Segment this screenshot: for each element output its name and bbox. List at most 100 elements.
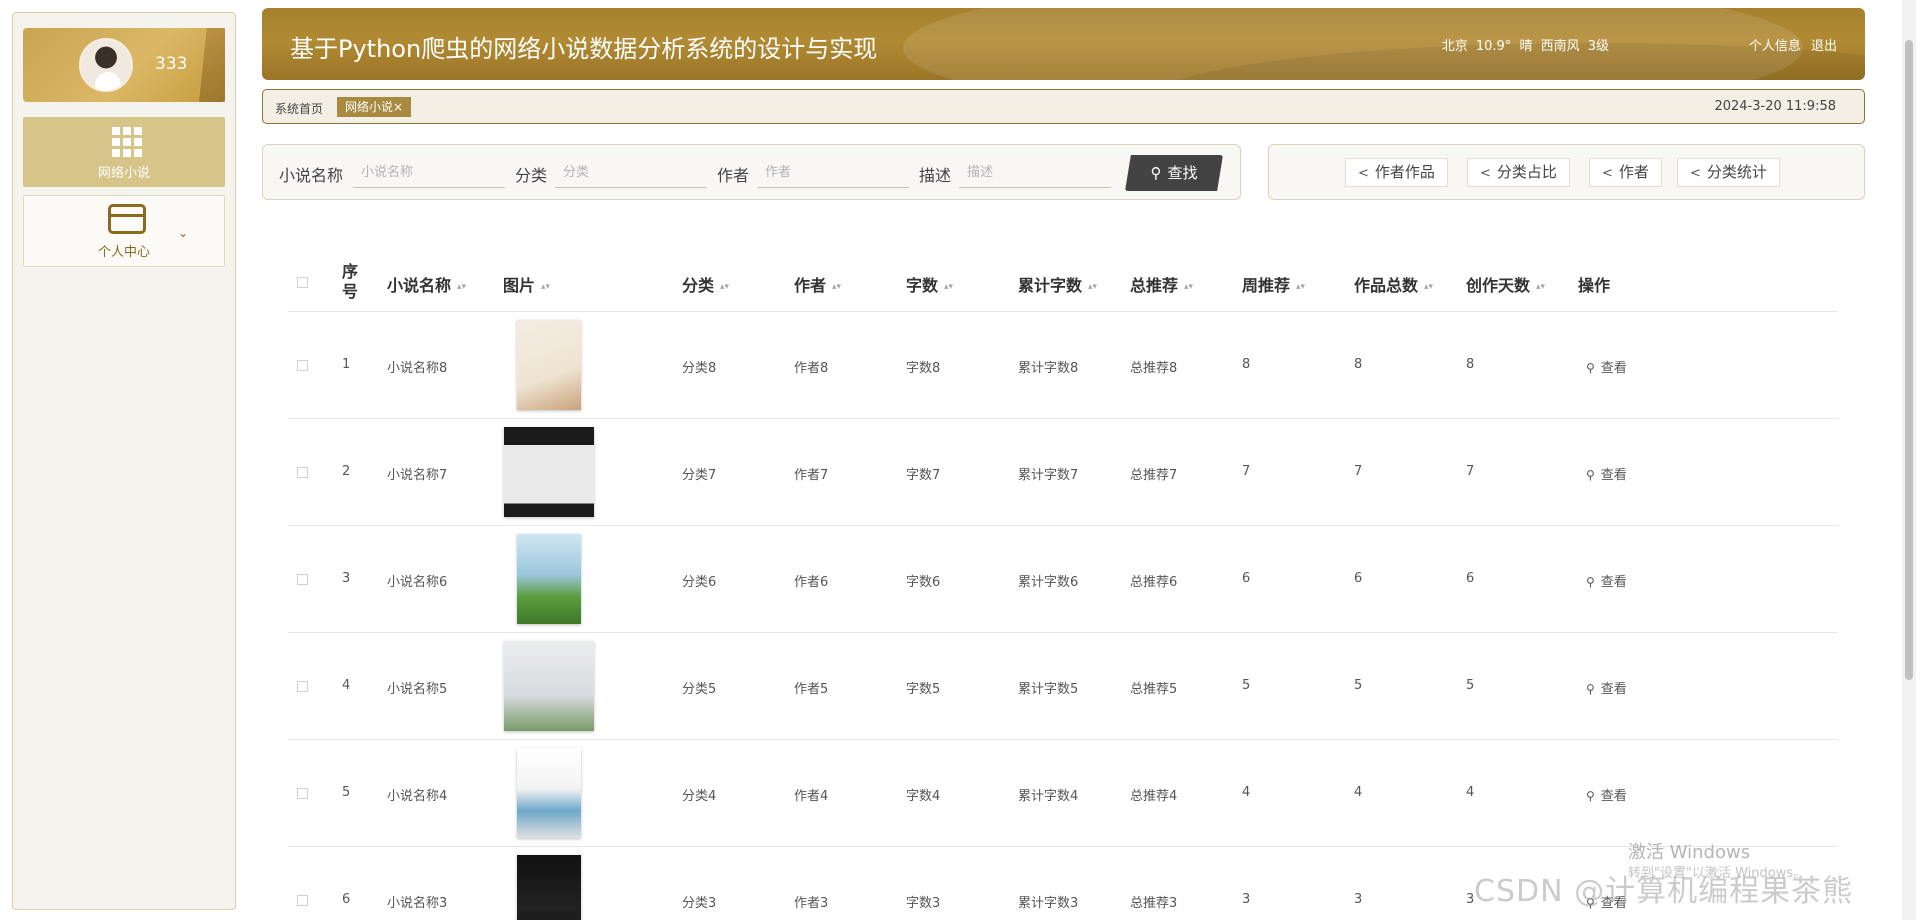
share-icon: < [1690,166,1701,181]
view-button-label: 查看 [1600,789,1627,804]
csdn-watermark: CSDN @计算机编程果茶熊 [1474,874,1854,909]
logout-link[interactable]: 退出 [1811,39,1837,54]
cell-works: 5 [1354,678,1363,693]
col-total-words[interactable]: 累计字数 ▴▾ [1018,272,1097,296]
view-button[interactable]: ⚲ 查看 [1586,785,1627,804]
sidebar-item-label: 个人中心 [97,245,150,260]
category-stats-label: 分类统计 [1706,163,1767,181]
view-button[interactable]: ⚲ 查看 [1586,464,1627,483]
action-panel: < 作者作品 < 分类占比 < 作者 < 分类统计 [1268,144,1865,200]
book-cover-image[interactable] [517,748,581,838]
avatar[interactable] [79,38,133,92]
row-checkbox[interactable] [297,467,308,478]
sort-icon: ▴▾ [1088,281,1098,292]
search-icon: ⚲ [1150,164,1162,182]
tab-home[interactable]: 系统首页 [275,100,323,117]
card-icon [108,204,146,234]
col-week-rec[interactable]: 周推荐 ▴▾ [1242,272,1305,296]
col-name[interactable]: 小说名称 ▴▾ [387,272,466,296]
col-image[interactable]: 图片 ▴▾ [503,272,550,296]
profile-link[interactable]: 个人信息 [1749,39,1801,54]
scrollbar[interactable] [1902,0,1916,920]
search-icon: ⚲ [1586,361,1595,375]
col-words[interactable]: 字数 ▴▾ [906,272,953,296]
category-share-button[interactable]: < 分类占比 [1467,158,1570,187]
col-works[interactable]: 作品总数 ▴▾ [1354,272,1433,296]
cell-idx: 1 [342,357,351,372]
tabs-bar: 系统首页 网络小说× 2024-3-20 11:9:58 [262,89,1865,124]
cell-category: 分类3 [682,896,717,911]
cell-words: 字数7 [906,468,941,483]
search-input-category[interactable] [555,158,707,188]
row-checkbox[interactable] [297,788,308,799]
cell-idx: 5 [342,785,351,800]
cell-works: 3 [1354,892,1363,907]
search-input-author[interactable] [757,158,909,188]
cell-total-words: 累计字数6 [1018,575,1079,590]
sidebar-item-novels[interactable]: 网络小说 [23,117,225,187]
category-share-label: 分类占比 [1496,163,1557,181]
col-actions: 操作 [1578,276,1611,295]
user-card: 333 [23,28,225,102]
cell-days: 5 [1466,678,1475,693]
weather-info: 北京 10.9° 晴 西南风 3级 [1441,39,1609,54]
col-category[interactable]: 分类 ▴▾ [682,272,729,296]
tab-novels[interactable]: 网络小说× [337,97,412,117]
col-index[interactable]: 序号 [342,262,358,302]
search-input-desc[interactable] [959,158,1111,188]
col-total-rec[interactable]: 总推荐 ▴▾ [1130,272,1193,296]
col-days[interactable]: 创作天数 ▴▾ [1466,272,1545,296]
table-body: 1 小说名称8 分类8 作者8 字数8 累计字数8 总推荐8 8 8 8 ⚲ 查看 2 小说名称7 分类7 作… [288,312,1838,920]
col-category-label: 分类 [682,276,715,295]
windows-activation-watermark: 激活 Windows [1628,842,1751,863]
share-icon: < [1602,166,1613,181]
sort-icon: ▴▾ [944,281,954,292]
search-icon: ⚲ [1586,789,1595,803]
sidebar-item-profile[interactable]: ⌄ 个人中心 [23,195,225,267]
row-checkbox[interactable] [297,681,308,692]
view-button[interactable]: ⚲ 查看 [1586,678,1627,697]
search-label-author: 作者 [717,166,750,185]
col-author[interactable]: 作者 ▴▾ [794,272,841,296]
author-button[interactable]: < 作者 [1589,158,1662,187]
view-button[interactable]: ⚲ 查看 [1586,571,1627,590]
book-cover-image[interactable] [504,427,594,517]
row-checkbox[interactable] [297,574,308,585]
search-panel: 小说名称 分类 作者 描述 ⚲ 查找 [262,144,1241,200]
view-button[interactable]: ⚲ 查看 [1586,357,1627,376]
sort-icon: ▴▾ [1536,281,1546,292]
author-works-button[interactable]: < 作者作品 [1345,158,1448,187]
cell-total-words: 累计字数5 [1018,682,1079,697]
col-total-words-label: 累计字数 [1018,276,1083,295]
cell-total-rec: 总推荐7 [1130,468,1178,483]
search-button-label: 查找 [1167,164,1198,182]
cell-author: 作者5 [794,682,829,697]
cell-works: 8 [1354,357,1363,372]
row-checkbox[interactable] [297,895,308,906]
sort-icon: ▴▾ [720,281,730,292]
datetime: 2024-3-20 11:9:58 [1714,99,1836,114]
table-row: 4 小说名称5 分类5 作者5 字数5 累计字数5 总推荐5 5 5 5 ⚲ 查看 [288,633,1838,740]
search-input-name[interactable] [353,158,505,188]
scrollbar-thumb[interactable] [1905,40,1913,680]
row-checkbox[interactable] [297,360,308,371]
search-icon: ⚲ [1586,682,1595,696]
sort-icon: ▴▾ [1184,281,1194,292]
book-cover-image[interactable] [517,320,581,410]
cell-name: 小说名称6 [387,575,448,590]
cell-author: 作者4 [794,789,829,804]
search-label-desc: 描述 [919,166,952,185]
category-stats-button[interactable]: < 分类统计 [1677,158,1780,187]
cell-total-rec: 总推荐3 [1130,896,1178,911]
book-cover-image[interactable] [504,641,594,731]
view-button-label: 查看 [1600,575,1627,590]
search-button[interactable]: ⚲ 查找 [1125,155,1223,191]
share-icon: < [1480,166,1491,181]
sidebar: 333 网络小说 ⌄ 个人中心 [12,12,236,910]
book-cover-image[interactable] [517,534,581,624]
book-cover-image[interactable] [517,855,581,920]
search-label-category: 分类 [515,166,548,185]
cell-words: 字数6 [906,575,941,590]
cell-week-rec: 5 [1242,678,1251,693]
select-all-checkbox[interactable] [297,277,308,288]
